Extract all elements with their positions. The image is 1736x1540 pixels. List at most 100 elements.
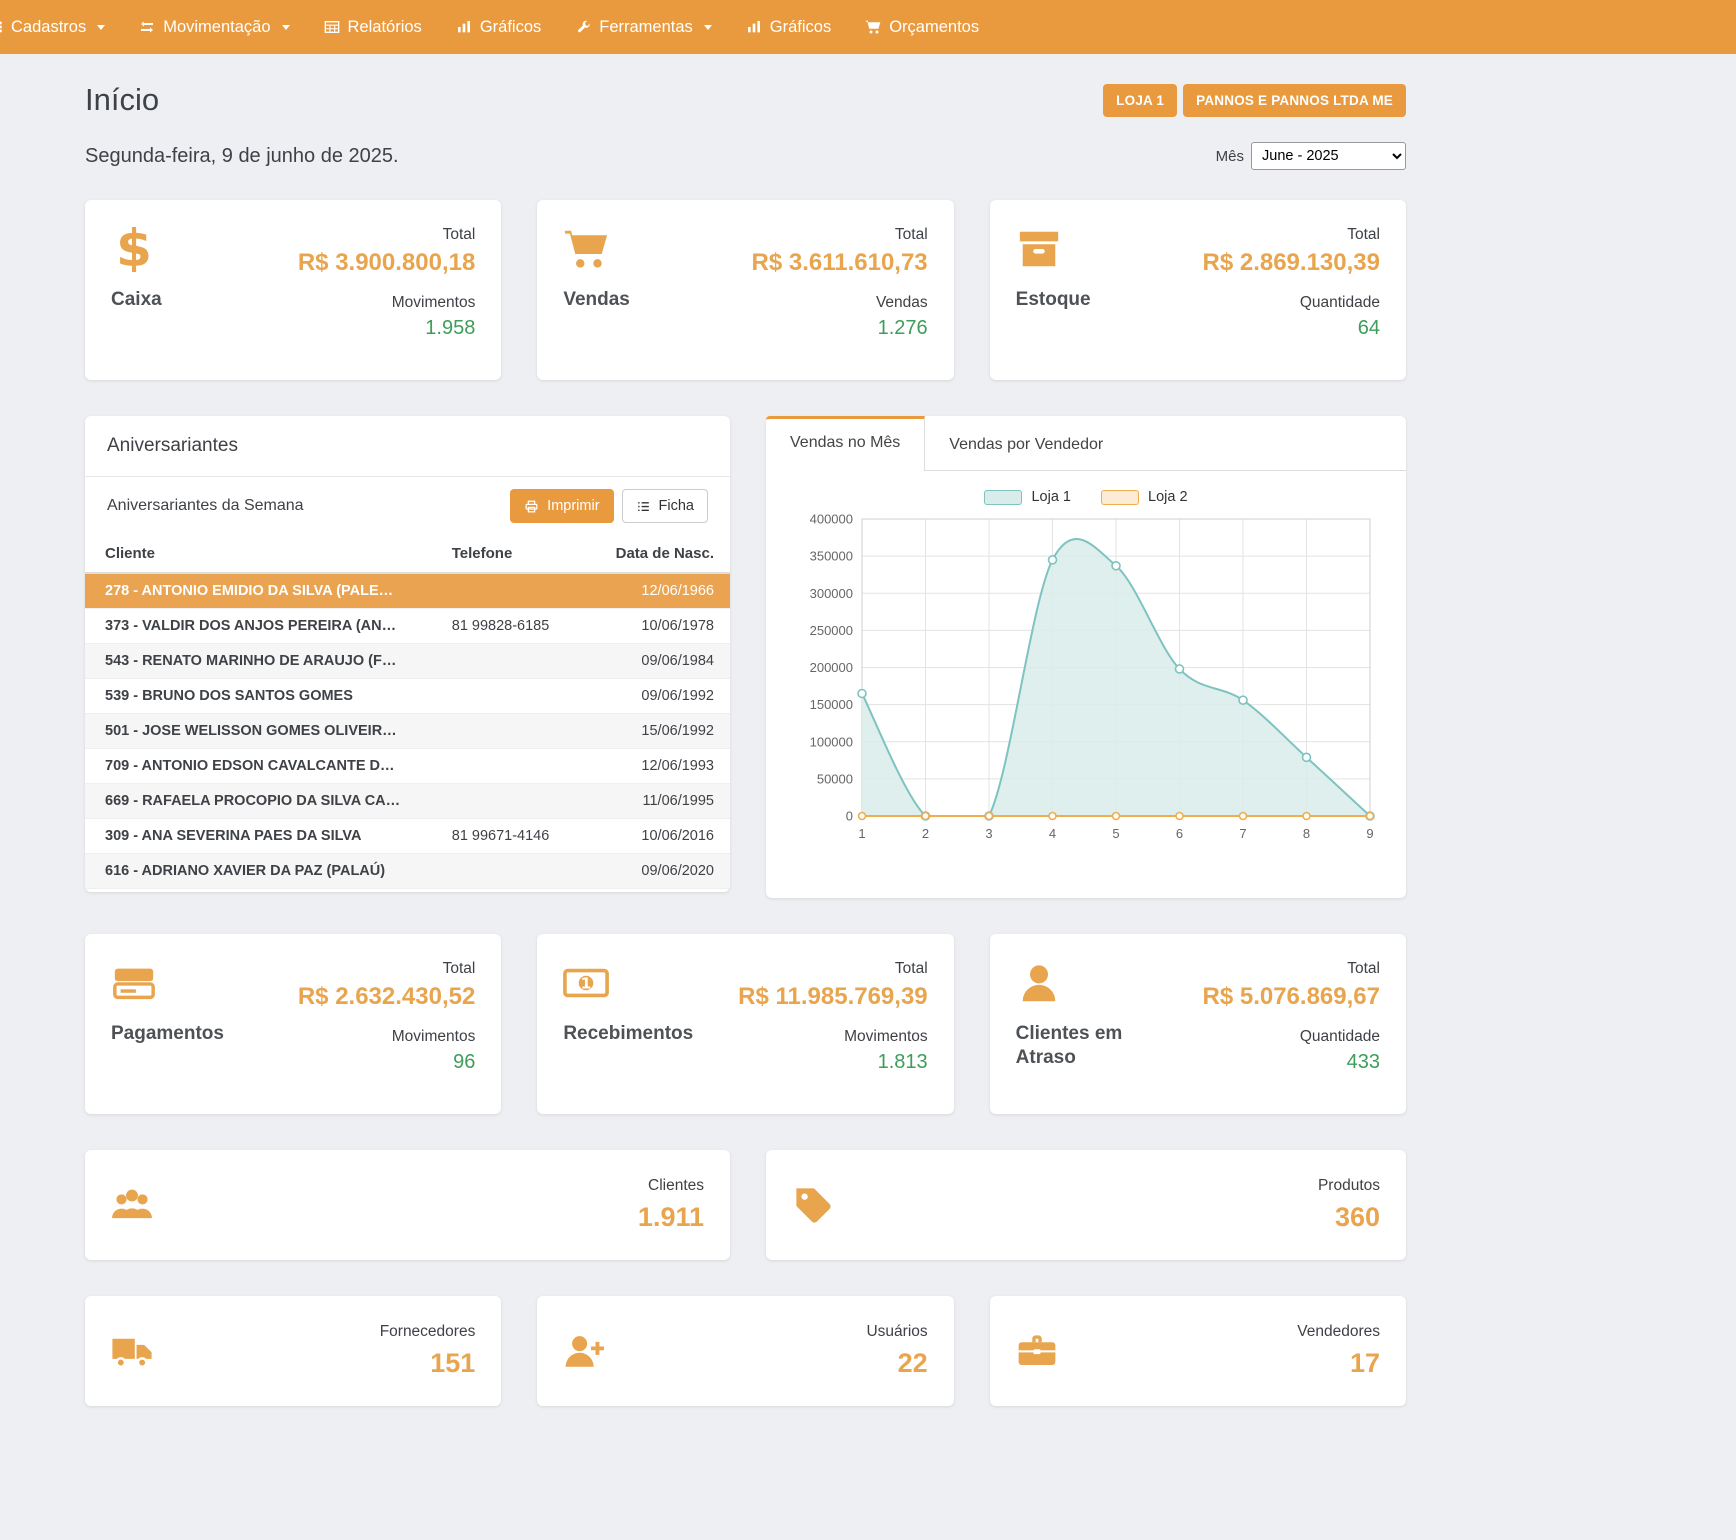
svg-text:0: 0: [846, 809, 853, 824]
people-icon: [111, 1184, 153, 1226]
sub-value: 1.813: [738, 1051, 928, 1074]
stat-card-values: TotalR$ 11.985.769,39Movimentos1.813: [738, 960, 928, 1092]
total-label: Total: [298, 226, 475, 244]
legend-item-loja-2[interactable]: Loja 2: [1101, 489, 1188, 505]
nav-item-graficos[interactable]: Gráficos: [729, 0, 848, 54]
summary-card-clientes: Clientes 1.911: [85, 1150, 730, 1260]
summary-card-value: 151: [380, 1348, 476, 1379]
stat-card-values: TotalR$ 2.632.430,52Movimentos96: [298, 960, 475, 1092]
cart-icon: [865, 19, 881, 35]
summary-card-label: Clientes: [638, 1177, 704, 1195]
credit-card-icon: [111, 960, 157, 1006]
month-label: Mês: [1216, 148, 1244, 165]
company-button[interactable]: PANNOS E PANNOS LTDA ME: [1183, 84, 1406, 117]
birthdays-title: Aniversariantes: [85, 416, 730, 477]
column-cliente: Cliente: [85, 535, 440, 573]
tab-vendas-por-vendedor[interactable]: Vendas por Vendedor: [925, 416, 1127, 470]
table-row[interactable]: 278 - ANTONIO EMIDIO DA SILVA (PALE…12/0…: [85, 573, 730, 609]
bar-chart-icon: [456, 19, 472, 35]
svg-text:150000: 150000: [810, 697, 853, 712]
table-row[interactable]: 539 - BRUNO DOS SANTOS GOMES09/06/1992: [85, 679, 730, 714]
total-value: R$ 2.869.130,39: [1203, 249, 1380, 277]
total-value: R$ 5.076.869,67: [1203, 983, 1380, 1011]
table-row[interactable]: 709 - ANTONIO EDSON CAVALCANTE D…12/06/1…: [85, 749, 730, 784]
summary-card-values: Usuários22: [866, 1323, 927, 1379]
cell-cliente: 539 - BRUNO DOS SANTOS GOMES: [85, 679, 440, 714]
store-button[interactable]: LOJA 1: [1103, 84, 1177, 117]
cell-data-nasc: 11/06/1995: [595, 784, 730, 819]
svg-text:2: 2: [922, 826, 929, 841]
nav-item-relatorios[interactable]: Relatórios: [307, 0, 439, 54]
total-value: R$ 3.900.800,18: [298, 249, 475, 277]
month-select[interactable]: June - 2025: [1251, 142, 1406, 170]
bar-chart-icon: [746, 19, 762, 35]
svg-text:$: $: [116, 226, 152, 272]
cell-cliente: 543 - RENATO MARINHO DE ARAUJO (F…: [85, 644, 440, 679]
chevron-down-icon: [704, 25, 712, 30]
cell-telefone: [440, 573, 595, 609]
table-row[interactable]: 373 - VALDIR DOS ANJOS PEREIRA (AN…81 99…: [85, 609, 730, 644]
cell-telefone: [440, 749, 595, 784]
table-row[interactable]: 309 - ANA SEVERINA PAES DA SILVA81 99671…: [85, 819, 730, 854]
birthdays-subtitle: Aniversariantes da Semana: [107, 497, 304, 515]
navbar-items: CadastrosMovimentaçãoRelatóriosGráficosF…: [0, 0, 996, 54]
cell-telefone: [440, 854, 595, 889]
money-icon: 1: [563, 960, 609, 1006]
table-row[interactable]: 543 - RENATO MARINHO DE ARAUJO (F…09/06/…: [85, 644, 730, 679]
legend-label: Loja 1: [1031, 489, 1071, 505]
cell-cliente: 373 - VALDIR DOS ANJOS PEREIRA (AN…: [85, 609, 440, 644]
stat-card-caixa: $CaixaTotalR$ 3.900.800,18Movimentos1.95…: [85, 200, 501, 380]
print-button[interactable]: Imprimir: [510, 489, 613, 523]
sub-label: Movimentos: [298, 294, 475, 312]
column-telefone: Telefone: [440, 535, 595, 573]
svg-text:8: 8: [1303, 826, 1310, 841]
cart-icon: [563, 226, 609, 272]
summary-card-value: 1.911: [638, 1202, 704, 1233]
summary-card-values: Produtos360: [1318, 1177, 1380, 1233]
svg-text:200000: 200000: [810, 660, 853, 675]
stat-card-values: TotalR$ 3.900.800,18Movimentos1.958: [298, 226, 475, 358]
summary-card-values: Vendedores17: [1297, 1323, 1380, 1379]
nav-item-label: Gráficos: [770, 18, 831, 37]
cell-telefone: 81 99828-6185: [440, 609, 595, 644]
nav-item-cadastros[interactable]: Cadastros: [0, 0, 122, 54]
nav-item-orcamentos[interactable]: Orçamentos: [848, 0, 996, 54]
stat-card-left: 1Recebimentos: [563, 960, 688, 1092]
exchange-icon: [139, 19, 155, 35]
ficha-button[interactable]: Ficha: [622, 489, 708, 523]
cell-cliente: 278 - ANTONIO EMIDIO DA SILVA (PALE…: [85, 573, 440, 609]
svg-text:350000: 350000: [810, 549, 853, 564]
summary-card-value: 17: [1297, 1348, 1380, 1379]
legend-item-loja-1[interactable]: Loja 1: [984, 489, 1071, 505]
stat-card-title: Caixa: [111, 288, 162, 312]
stat-card-title: Clientes em Atraso: [1016, 1022, 1141, 1070]
wide-cards-row: Clientes 1.911 Produtos360: [85, 1150, 1406, 1260]
table-row[interactable]: 501 - JOSE WELISSON GOMES OLIVEIR…15/06/…: [85, 714, 730, 749]
birthdays-panel: Aniversariantes Aniversariantes da Seman…: [85, 416, 730, 892]
cell-telefone: [440, 679, 595, 714]
total-label: Total: [738, 960, 928, 978]
birthdays-table-body: 278 - ANTONIO EMIDIO DA SILVA (PALE… 12/0…: [85, 573, 730, 889]
wrench-icon: [575, 19, 591, 35]
stat-card-estoque: EstoqueTotalR$ 2.869.130,39Quantidade64: [990, 200, 1406, 380]
cell-data-nasc: 12/06/1993: [595, 749, 730, 784]
svg-text:4: 4: [1049, 826, 1056, 841]
summary-card-vendedores: Vendedores17: [990, 1296, 1406, 1406]
nav-item-ferramentas[interactable]: Ferramentas: [558, 0, 729, 54]
current-date: Segunda-feira, 9 de junho de 2025.: [85, 145, 399, 168]
table-row[interactable]: 669 - RAFAELA PROCOPIO DA SILVA CA…11/06…: [85, 784, 730, 819]
nav-item-movimentacao[interactable]: Movimentação: [122, 0, 306, 54]
legend-label: Loja 2: [1148, 489, 1188, 505]
svg-text:50000: 50000: [817, 771, 853, 786]
table-row[interactable]: 616 - ADRIANO XAVIER DA PAZ (PALAÚ)09/06…: [85, 854, 730, 889]
summary-card-label: Fornecedores: [380, 1323, 476, 1341]
cell-cliente: 501 - JOSE WELISSON GOMES OLIVEIR…: [85, 714, 440, 749]
chevron-down-icon: [282, 25, 290, 30]
total-label: Total: [298, 960, 475, 978]
nav-item-graficos[interactable]: Gráficos: [439, 0, 558, 54]
tab-vendas-no-mes[interactable]: Vendas no Mês: [766, 416, 925, 471]
svg-text:1: 1: [858, 826, 865, 841]
sub-value: 64: [1203, 317, 1380, 340]
svg-text:400000: 400000: [810, 512, 853, 527]
list-icon: [636, 499, 651, 514]
